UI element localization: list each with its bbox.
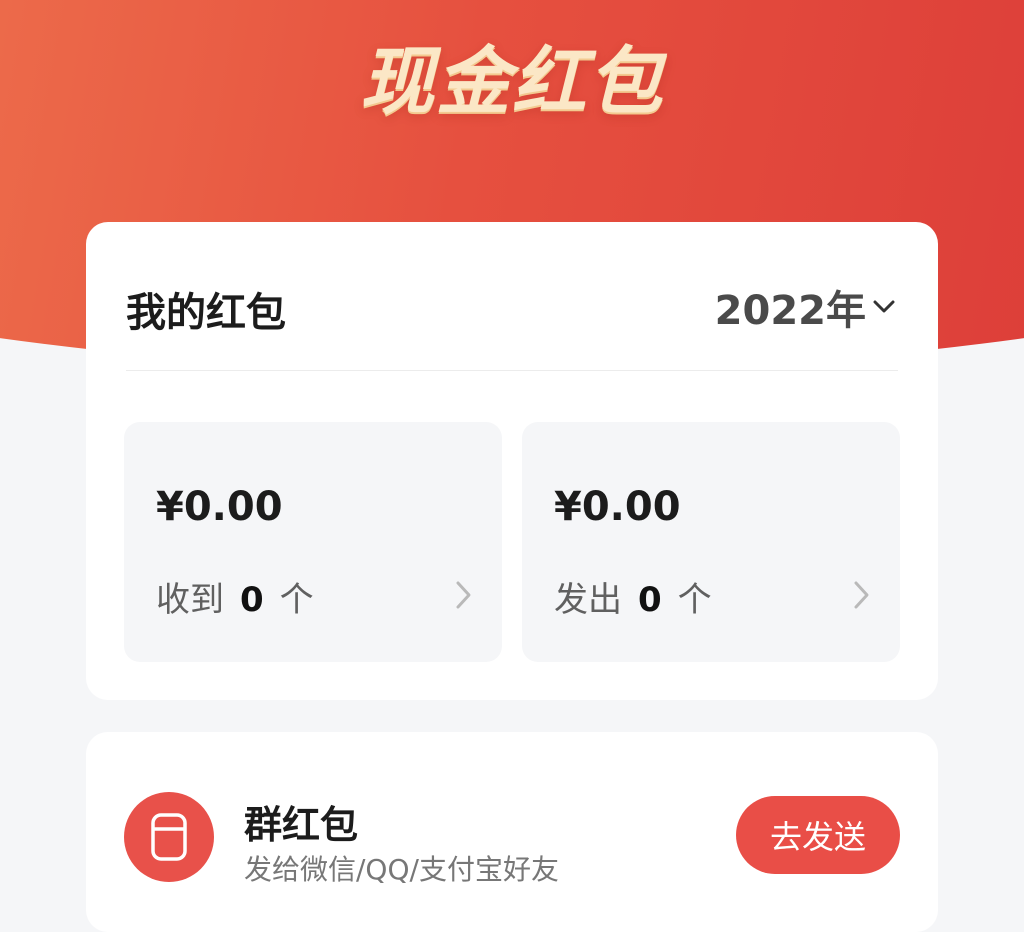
cup-icon xyxy=(151,813,187,861)
received-stat[interactable]: ¥0.00 收到 0 个 xyxy=(124,422,502,662)
sent-stat[interactable]: ¥0.00 发出 0 个 xyxy=(522,422,900,662)
chevron-right-icon xyxy=(456,581,471,609)
sent-label: 发出 xyxy=(554,580,622,620)
chevron-down-icon xyxy=(873,300,895,313)
section-title: 我的红包 xyxy=(126,290,286,336)
sent-unit: 个 xyxy=(677,580,712,620)
sent-count: 0 xyxy=(638,580,662,620)
page-title: 现金红包 xyxy=(360,39,664,125)
group-packet-subtitle: 发给微信/QQ/支付宝好友 xyxy=(244,853,559,886)
my-red-packets-card: 我的红包 2022年 ¥0.00 收到 0 个 ¥0.00 发出 0 个 xyxy=(86,222,938,700)
group-packet-icon xyxy=(124,792,214,882)
year-selector[interactable]: 2022年 xyxy=(715,278,898,336)
sent-amount: ¥0.00 xyxy=(554,484,681,530)
card-header: 我的红包 2022年 xyxy=(126,222,898,371)
received-label: 收到 xyxy=(156,580,224,620)
received-unit: 个 xyxy=(279,580,314,620)
year-label: 2022年 xyxy=(714,288,866,334)
group-red-packet-card: 群红包 发给微信/QQ/支付宝好友 去发送 xyxy=(86,732,938,932)
sent-line: 发出 0 个 xyxy=(554,572,712,621)
received-count: 0 xyxy=(240,580,264,620)
chevron-right-icon xyxy=(854,581,869,609)
received-line: 收到 0 个 xyxy=(156,572,314,621)
group-packet-title: 群红包 xyxy=(244,803,359,847)
received-amount: ¥0.00 xyxy=(156,484,283,530)
send-button[interactable]: 去发送 xyxy=(736,796,900,874)
